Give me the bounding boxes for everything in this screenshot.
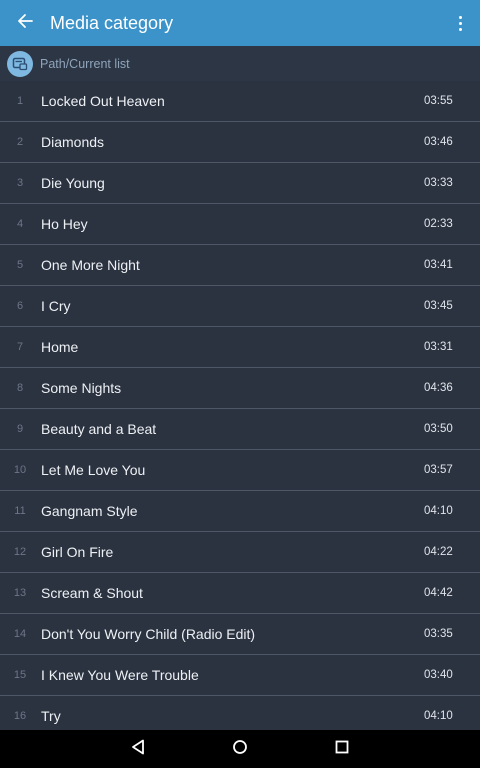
track-row[interactable]: 8 Some Nights 04:36 — [0, 368, 480, 409]
track-row[interactable]: 10 Let Me Love You 03:57 — [0, 450, 480, 491]
track-row[interactable]: 16 Try 04:10 — [0, 696, 480, 730]
track-duration: 02:33 — [424, 218, 453, 230]
track-title: Home — [41, 339, 79, 355]
system-navigation-bar — [0, 730, 480, 768]
nav-recents-icon — [335, 740, 349, 759]
track-list[interactable]: 1 Locked Out Heaven 03:55 2 Diamonds 03:46 3 Di… — [0, 81, 480, 730]
track-row[interactable]: 5 One More Night 03:41 — [0, 245, 480, 286]
arrow-back-icon — [17, 13, 33, 34]
track-duration: 03:33 — [424, 177, 453, 189]
track-row[interactable]: 6 I Cry 03:45 — [0, 286, 480, 327]
track-duration: 04:10 — [424, 505, 453, 517]
track-row[interactable]: 14 Don't You Worry Child (Radio Edit) 03:3… — [0, 614, 480, 655]
track-row[interactable]: 13 Scream & Shout 04:42 — [0, 573, 480, 614]
playlist-folder-icon — [7, 50, 33, 77]
track-duration: 03:41 — [424, 259, 453, 271]
track-row[interactable]: 9 Beauty and a Beat 03:50 — [0, 409, 480, 450]
track-title: Ho Hey — [41, 216, 88, 232]
track-duration: 03:57 — [424, 464, 453, 476]
page-title: Media category — [50, 12, 174, 33]
track-number: 10 — [13, 464, 27, 476]
path-label: Path/Current list — [40, 56, 130, 71]
path-bar[interactable]: Path/Current list — [0, 46, 480, 82]
track-row[interactable]: 12 Girl On Fire 04:22 — [0, 532, 480, 573]
track-number: 6 — [16, 300, 24, 312]
app-bar: Media category — [0, 0, 480, 46]
track-row[interactable]: 2 Diamonds 03:46 — [0, 122, 480, 163]
track-title: Scream & Shout — [41, 585, 143, 601]
track-title: Girl On Fire — [41, 544, 114, 560]
back-button[interactable] — [0, 0, 50, 46]
track-duration: 04:36 — [424, 382, 453, 394]
track-number: 3 — [16, 177, 24, 189]
track-number: 2 — [16, 136, 24, 148]
track-row[interactable]: 15 I Knew You Were Trouble 03:40 — [0, 655, 480, 696]
nav-home-icon — [232, 739, 248, 760]
track-duration: 04:42 — [424, 587, 453, 599]
track-title: Let Me Love You — [41, 462, 146, 478]
track-title: I Knew You Were Trouble — [41, 667, 199, 683]
nav-back-button[interactable] — [87, 730, 189, 768]
track-number: 12 — [13, 546, 27, 558]
track-duration: 03:35 — [424, 628, 453, 640]
track-duration: 03:50 — [424, 423, 453, 435]
track-duration: 03:45 — [424, 300, 453, 312]
more-options-button[interactable] — [440, 0, 480, 46]
track-title: I Cry — [41, 298, 71, 314]
track-number: 15 — [13, 669, 27, 681]
track-title: Try — [41, 708, 61, 724]
track-row[interactable]: 11 Gangnam Style 04:10 — [0, 491, 480, 532]
track-title: Don't You Worry Child (Radio Edit) — [41, 626, 256, 642]
track-title: Die Young — [41, 175, 105, 191]
track-number: 1 — [16, 95, 24, 107]
track-number: 8 — [16, 382, 24, 394]
track-title: Some Nights — [41, 380, 122, 396]
more-vert-icon — [458, 15, 462, 19]
track-title: Beauty and a Beat — [41, 421, 157, 437]
track-duration: 03:40 — [424, 669, 453, 681]
nav-recents-button[interactable] — [291, 730, 393, 768]
track-duration: 03:55 — [424, 95, 453, 107]
nav-home-button[interactable] — [189, 730, 291, 768]
track-number: 4 — [16, 218, 24, 230]
track-number: 7 — [16, 341, 24, 353]
track-title: Locked Out Heaven — [41, 93, 165, 109]
nav-back-icon — [131, 739, 145, 760]
track-row[interactable]: 1 Locked Out Heaven 03:55 — [0, 81, 480, 122]
track-number: 5 — [16, 259, 24, 271]
track-number: 16 — [13, 710, 27, 722]
track-title: One More Night — [41, 257, 140, 273]
track-row[interactable]: 4 Ho Hey 02:33 — [0, 204, 480, 245]
track-number: 11 — [14, 505, 26, 517]
track-number: 9 — [16, 423, 24, 435]
track-duration: 03:46 — [424, 136, 453, 148]
track-title: Gangnam Style — [41, 503, 138, 519]
track-duration: 03:31 — [424, 341, 453, 353]
track-duration: 04:22 — [424, 546, 453, 558]
track-number: 14 — [13, 628, 27, 640]
track-row[interactable]: 7 Home 03:31 — [0, 327, 480, 368]
track-number: 13 — [13, 587, 27, 599]
track-title: Diamonds — [41, 134, 105, 150]
track-duration: 04:10 — [424, 710, 453, 722]
track-row[interactable]: 3 Die Young 03:33 — [0, 163, 480, 204]
